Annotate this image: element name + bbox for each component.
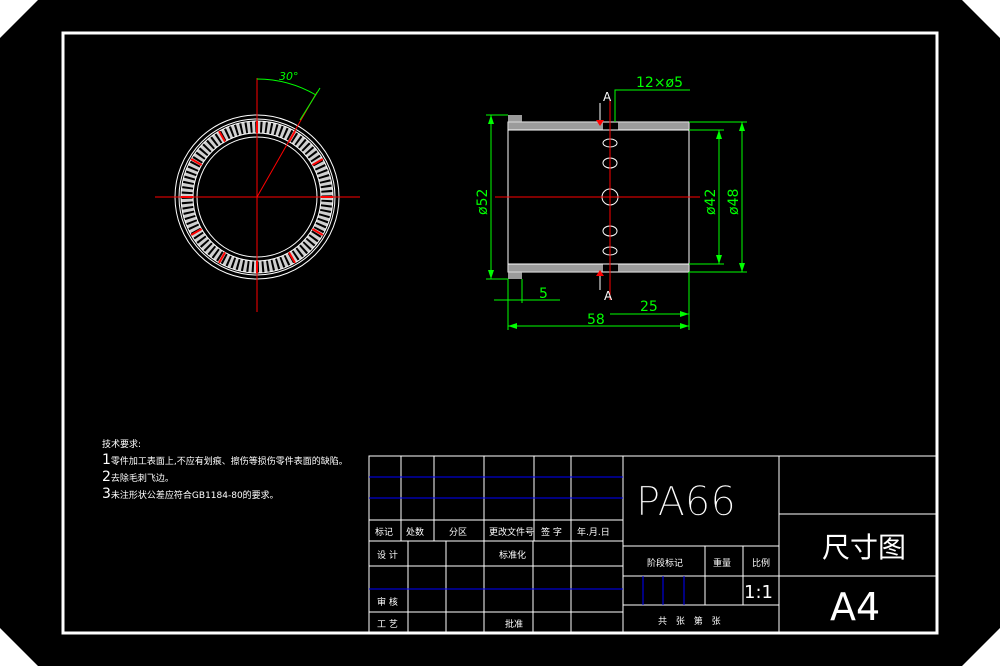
- holes-label: 12×ø5: [636, 75, 683, 91]
- label-sign: 签 字: [541, 526, 562, 538]
- technical-requirements: 技术要求: 1零件加工表面上,不应有划痕、擦伤等损伤零件表面的缺陷。 2去除毛刺…: [102, 438, 348, 504]
- dim-52-label: ø52: [475, 189, 491, 215]
- label-date: 年.月.日: [577, 526, 610, 538]
- cad-drawing-sheet: 30° A A 12×ø5 ø52 ø42 ø48 5 25 58 标记 处数 …: [0, 0, 1000, 666]
- label-zone: 分区: [449, 527, 467, 538]
- section-mark-bottom: A: [604, 289, 613, 303]
- notes-title: 技术要求:: [102, 440, 142, 450]
- label-approve: 批准: [505, 618, 523, 630]
- dim-42-label: ø42: [703, 189, 719, 215]
- note-1-number: 1: [102, 452, 111, 468]
- drawing-name: 尺寸图: [822, 531, 906, 564]
- label-count: 处数: [406, 526, 424, 538]
- dim-58-label: 58: [587, 312, 605, 328]
- note-1-text: 零件加工表面上,不应有划痕、擦伤等损伤零件表面的缺陷。: [110, 457, 348, 467]
- label-standard: 标准化: [499, 549, 526, 561]
- label-sheets: 共 张 第 张: [658, 615, 724, 627]
- bottom-wall-hatch-left: [508, 264, 603, 272]
- dim-25-label: 25: [640, 299, 658, 315]
- sheet-size: A4: [830, 585, 880, 629]
- top-flange-hatch: [508, 115, 522, 122]
- note-2-number: 2: [102, 469, 111, 485]
- label-weight: 重量: [713, 557, 731, 569]
- note-2: 2去除毛刺飞边。: [102, 470, 348, 487]
- angle-label: 30°: [279, 70, 299, 83]
- dim-5-label: 5: [539, 286, 548, 302]
- top-wall-hatch-right: [618, 122, 689, 130]
- note-3: 3未注形状公差应符合GB1184-80的要求。: [102, 487, 348, 504]
- label-doc: 更改文件号: [489, 526, 534, 538]
- note-3-number: 3: [102, 486, 111, 502]
- label-process: 工 艺: [377, 619, 398, 630]
- label-design: 设 计: [377, 549, 398, 561]
- note-1: 1零件加工表面上,不应有划痕、擦伤等损伤零件表面的缺陷。: [102, 453, 348, 470]
- scale-value: 1:1: [744, 582, 773, 603]
- label-review: 审 核: [377, 596, 398, 608]
- section-mark-top: A: [603, 90, 612, 104]
- label-scale: 比例: [752, 557, 770, 569]
- material: PA66: [636, 479, 736, 525]
- note-3-text: 未注形状公差应符合GB1184-80的要求。: [110, 491, 279, 501]
- dim-48-label: ø48: [726, 189, 742, 215]
- bottom-wall-hatch-right: [618, 264, 689, 272]
- label-mark: 标记: [375, 526, 393, 538]
- label-stage: 阶段标记: [647, 557, 683, 569]
- bottom-flange-hatch: [508, 272, 522, 279]
- note-2-text: 去除毛刺飞边。: [110, 474, 174, 484]
- top-wall-hatch-left: [508, 122, 603, 130]
